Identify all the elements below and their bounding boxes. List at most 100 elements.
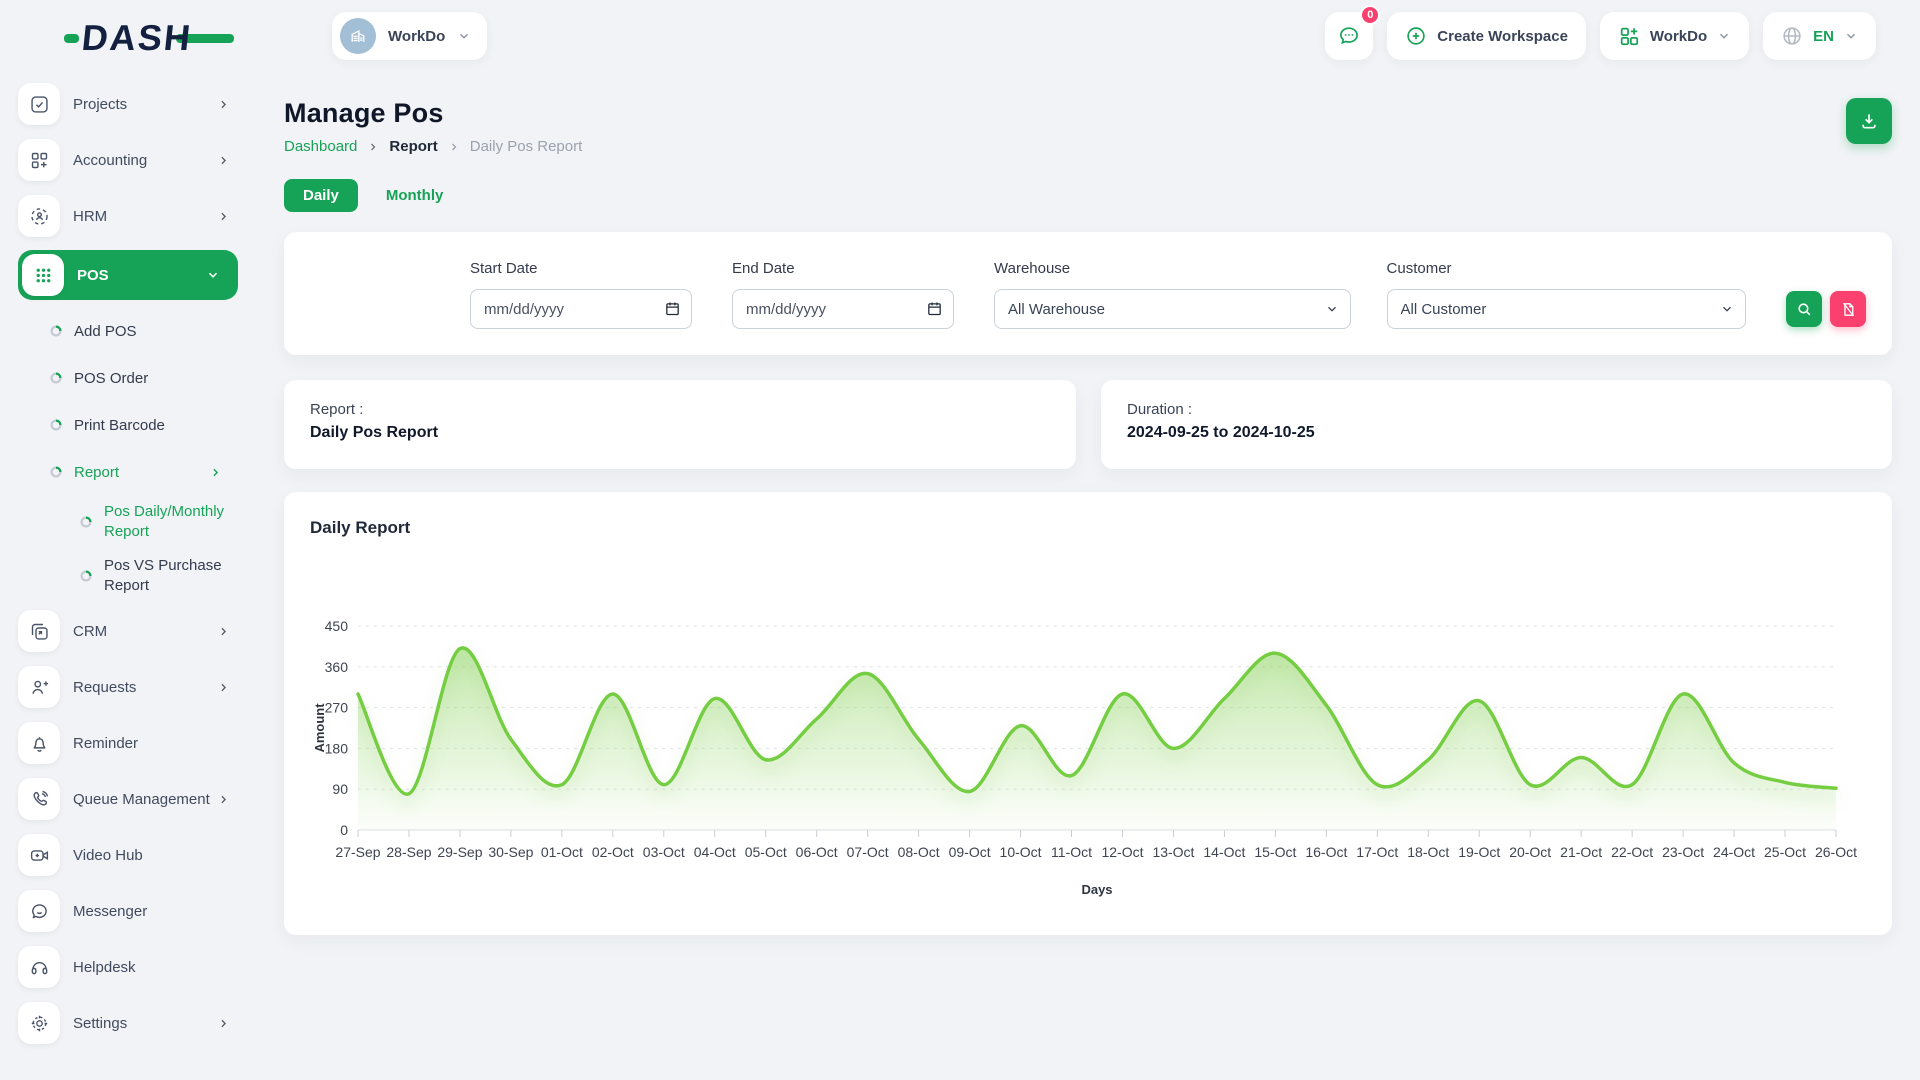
reset-filter-button[interactable] bbox=[1830, 291, 1866, 327]
breadcrumb-current: Daily Pos Report bbox=[470, 138, 583, 155]
chat-bubble-icon bbox=[18, 890, 60, 932]
svg-text:11-Oct: 11-Oct bbox=[1051, 844, 1092, 860]
bullet-icon bbox=[50, 372, 62, 384]
chevron-right-icon bbox=[209, 466, 222, 479]
svg-text:07-Oct: 07-Oct bbox=[847, 844, 889, 860]
submenu-item-add-pos[interactable]: Add POS bbox=[50, 314, 238, 348]
sidebar-item-accounting[interactable]: Accounting bbox=[18, 138, 238, 182]
search-icon bbox=[1796, 301, 1813, 318]
svg-text:18-Oct: 18-Oct bbox=[1407, 844, 1449, 860]
svg-text:17-Oct: 17-Oct bbox=[1356, 844, 1398, 860]
chart-title: Daily Report bbox=[310, 518, 1866, 538]
sidebar: Projects Accounting HRM POS Add POS POS … bbox=[18, 82, 238, 1057]
warehouse-label: Warehouse bbox=[994, 260, 1351, 277]
chevron-down-icon bbox=[1717, 29, 1731, 43]
chevron-down-icon bbox=[1844, 29, 1858, 43]
page-title: Manage Pos bbox=[284, 98, 582, 129]
sidebar-item-label: Projects bbox=[73, 96, 127, 113]
sidebar-item-messenger[interactable]: Messenger bbox=[18, 889, 238, 933]
globe-icon bbox=[1781, 25, 1803, 47]
sidebar-item-label: Settings bbox=[73, 1015, 127, 1032]
bell-icon bbox=[18, 722, 60, 764]
pos-dots-grid-icon bbox=[22, 254, 64, 296]
projects-check-square-icon bbox=[18, 83, 60, 125]
breadcrumb-dashboard-link[interactable]: Dashboard bbox=[284, 138, 357, 155]
messages-button[interactable]: 0 bbox=[1325, 12, 1373, 60]
download-icon bbox=[1859, 111, 1879, 131]
svg-text:05-Oct: 05-Oct bbox=[745, 844, 787, 860]
svg-text:23-Oct: 23-Oct bbox=[1662, 844, 1704, 860]
duration-label: Duration : bbox=[1127, 401, 1866, 418]
apply-filter-button[interactable] bbox=[1786, 291, 1822, 327]
chevron-right-icon bbox=[367, 141, 379, 153]
crm-copy-icon bbox=[18, 610, 60, 652]
svg-text:16-Oct: 16-Oct bbox=[1305, 844, 1347, 860]
svg-text:90: 90 bbox=[332, 781, 348, 797]
download-report-button[interactable] bbox=[1846, 98, 1892, 144]
sidebar-item-video-hub[interactable]: Video Hub bbox=[18, 833, 238, 877]
plus-circle-icon bbox=[1405, 25, 1427, 47]
chevron-right-icon bbox=[217, 625, 230, 638]
submenu-item-report[interactable]: Report bbox=[50, 455, 238, 489]
logo-text: DASH bbox=[80, 17, 194, 59]
building-icon bbox=[348, 26, 368, 46]
submenu-item-pos-order[interactable]: POS Order bbox=[50, 361, 238, 395]
submenu-item-print-barcode[interactable]: Print Barcode bbox=[50, 408, 238, 442]
svg-text:06-Oct: 06-Oct bbox=[796, 844, 838, 860]
sidebar-item-label: Video Hub bbox=[73, 847, 143, 864]
workspace-name: WorkDo bbox=[388, 28, 445, 45]
sidebar-item-queue-management[interactable]: Queue Management bbox=[18, 777, 238, 821]
svg-text:27-Sep: 27-Sep bbox=[335, 844, 380, 860]
sidebar-item-projects[interactable]: Projects bbox=[18, 82, 238, 126]
svg-text:0: 0 bbox=[340, 822, 348, 838]
workspace-avatar bbox=[340, 18, 376, 54]
language-code: EN bbox=[1813, 28, 1834, 45]
report-submenu: Pos Daily/Monthly Report Pos VS Purchase… bbox=[80, 502, 238, 596]
chevron-right-icon bbox=[217, 98, 230, 111]
svg-text:30-Sep: 30-Sep bbox=[488, 844, 533, 860]
sidebar-item-hrm[interactable]: HRM bbox=[18, 194, 238, 238]
customer-label: Customer bbox=[1387, 260, 1746, 277]
chevron-right-icon bbox=[217, 1017, 230, 1030]
chevron-down-icon bbox=[206, 268, 220, 282]
svg-text:01-Oct: 01-Oct bbox=[541, 844, 583, 860]
bullet-icon bbox=[80, 516, 92, 528]
sidebar-item-pos[interactable]: POS bbox=[18, 250, 238, 300]
create-workspace-label: Create Workspace bbox=[1437, 28, 1568, 45]
svg-text:24-Oct: 24-Oct bbox=[1713, 844, 1755, 860]
sidebar-item-label: Reminder bbox=[73, 735, 138, 752]
sidebar-item-label: Queue Management bbox=[73, 791, 210, 808]
svg-text:270: 270 bbox=[325, 700, 349, 716]
dash-logo: DASH bbox=[64, 17, 234, 59]
svg-text:Days: Days bbox=[1081, 882, 1112, 897]
workspace-dropdown[interactable]: WorkDo bbox=[1600, 12, 1749, 60]
end-date-input[interactable] bbox=[732, 289, 954, 329]
customer-select[interactable]: All Customer bbox=[1387, 289, 1746, 329]
submenu-item-pos-daily-monthly-report[interactable]: Pos Daily/Monthly Report bbox=[80, 502, 238, 543]
breadcrumb: Dashboard Report Daily Pos Report bbox=[284, 138, 582, 155]
accounting-grid-plus-icon bbox=[18, 139, 60, 181]
duration-value: 2024-09-25 to 2024-10-25 bbox=[1127, 424, 1866, 442]
svg-text:15-Oct: 15-Oct bbox=[1254, 844, 1296, 860]
svg-text:08-Oct: 08-Oct bbox=[898, 844, 940, 860]
sidebar-item-label: CRM bbox=[73, 623, 107, 640]
submenu-item-pos-vs-purchase-report[interactable]: Pos VS Purchase Report bbox=[80, 556, 238, 597]
report-summary-card: Report : Daily Pos Report bbox=[284, 380, 1076, 469]
sidebar-item-label: Helpdesk bbox=[73, 959, 136, 976]
sidebar-item-settings[interactable]: Settings bbox=[18, 1001, 238, 1045]
sidebar-item-crm[interactable]: CRM bbox=[18, 609, 238, 653]
create-workspace-button[interactable]: Create Workspace bbox=[1387, 12, 1586, 60]
sidebar-item-requests[interactable]: Requests bbox=[18, 665, 238, 709]
svg-text:22-Oct: 22-Oct bbox=[1611, 844, 1653, 860]
start-date-input[interactable] bbox=[470, 289, 692, 329]
chevron-right-icon bbox=[217, 793, 230, 806]
sidebar-item-reminder[interactable]: Reminder bbox=[18, 721, 238, 765]
sidebar-item-helpdesk[interactable]: Helpdesk bbox=[18, 945, 238, 989]
chevron-right-icon bbox=[217, 210, 230, 223]
workspace-switcher[interactable]: WorkDo bbox=[332, 12, 487, 60]
tab-monthly[interactable]: Monthly bbox=[386, 187, 444, 204]
language-selector[interactable]: EN bbox=[1763, 12, 1876, 60]
warehouse-select[interactable]: All Warehouse bbox=[994, 289, 1351, 329]
tab-daily[interactable]: Daily bbox=[284, 179, 358, 212]
daily-report-chart[interactable]: 45036027018090027-Sep28-Sep29-Sep30-Sep0… bbox=[310, 562, 1866, 902]
